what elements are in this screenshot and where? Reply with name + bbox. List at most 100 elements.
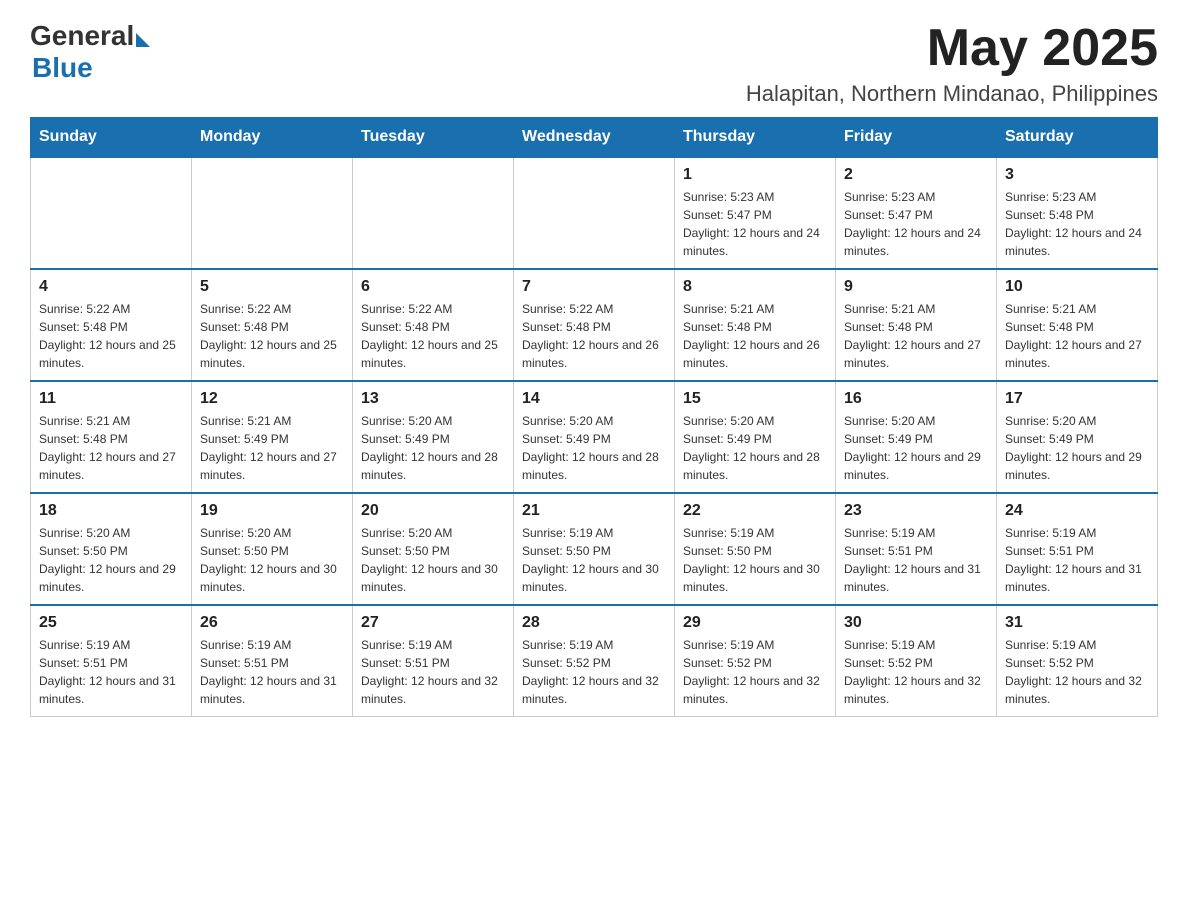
calendar-week-3: 11 Sunrise: 5:21 AMSunset: 5:48 PMDayligh…	[31, 381, 1158, 493]
calendar-cell: 3 Sunrise: 5:23 AMSunset: 5:48 PMDaylight…	[997, 157, 1158, 269]
month-year-title: May 2025	[746, 20, 1158, 77]
day-info: Sunrise: 5:23 AMSunset: 5:47 PMDaylight:…	[844, 188, 988, 260]
calendar-cell: 28 Sunrise: 5:19 AMSunset: 5:52 PMDayligh…	[514, 605, 675, 717]
calendar-cell: 9 Sunrise: 5:21 AMSunset: 5:48 PMDaylight…	[836, 269, 997, 381]
calendar-cell	[514, 157, 675, 269]
calendar-cell: 27Sunrise: 5:19 AMSunset: 5:51 PMDayligh…	[353, 605, 514, 717]
logo-blue-text: Blue	[32, 52, 93, 84]
day-number: 1	[683, 166, 827, 184]
calendar-cell: 17 Sunrise: 5:20 AMSunset: 5:49 PMDayligh…	[997, 381, 1158, 493]
calendar-cell	[192, 157, 353, 269]
day-number: 24	[1005, 502, 1149, 520]
day-number: 22	[683, 502, 827, 520]
day-info: Sunrise: 5:20 AMSunset: 5:49 PMDaylight:…	[683, 412, 827, 484]
day-info: Sunrise: 5:19 AMSunset: 5:51 PMDaylight:…	[1005, 524, 1149, 596]
calendar-cell: 31Sunrise: 5:19 AMSunset: 5:52 PMDayligh…	[997, 605, 1158, 717]
day-number: 5	[200, 278, 344, 296]
calendar-week-5: 25 Sunrise: 5:19 AMSunset: 5:51 PMDayligh…	[31, 605, 1158, 717]
day-info: Sunrise: 5:19 AMSunset: 5:51 PMDaylight:…	[39, 636, 183, 708]
day-number: 19	[200, 502, 344, 520]
calendar-cell: 7 Sunrise: 5:22 AMSunset: 5:48 PMDaylight…	[514, 269, 675, 381]
calendar-cell: 21Sunrise: 5:19 AMSunset: 5:50 PMDayligh…	[514, 493, 675, 605]
day-info: Sunrise: 5:19 AMSunset: 5:52 PMDaylight:…	[522, 636, 666, 708]
day-info: Sunrise: 5:21 AMSunset: 5:49 PMDaylight:…	[200, 412, 344, 484]
calendar-cell: 25 Sunrise: 5:19 AMSunset: 5:51 PMDayligh…	[31, 605, 192, 717]
calendar-cell: 13Sunrise: 5:20 AMSunset: 5:49 PMDayligh…	[353, 381, 514, 493]
weekday-header-friday: Friday	[836, 118, 997, 158]
page-header: General Blue May 2025 Halapitan, Norther…	[30, 20, 1158, 107]
calendar-week-4: 18Sunrise: 5:20 AMSunset: 5:50 PMDayligh…	[31, 493, 1158, 605]
day-info: Sunrise: 5:20 AMSunset: 5:50 PMDaylight:…	[361, 524, 505, 596]
title-section: May 2025 Halapitan, Northern Mindanao, P…	[746, 20, 1158, 107]
calendar-cell: 24 Sunrise: 5:19 AMSunset: 5:51 PMDayligh…	[997, 493, 1158, 605]
calendar-cell: 19 Sunrise: 5:20 AMSunset: 5:50 PMDayligh…	[192, 493, 353, 605]
calendar-week-2: 4 Sunrise: 5:22 AMSunset: 5:48 PMDaylight…	[31, 269, 1158, 381]
day-number: 4	[39, 278, 183, 296]
calendar-cell: 18Sunrise: 5:20 AMSunset: 5:50 PMDayligh…	[31, 493, 192, 605]
day-number: 6	[361, 278, 505, 296]
day-info: Sunrise: 5:19 AMSunset: 5:51 PMDaylight:…	[361, 636, 505, 708]
day-number: 9	[844, 278, 988, 296]
day-info: Sunrise: 5:22 AMSunset: 5:48 PMDaylight:…	[522, 300, 666, 372]
day-info: Sunrise: 5:20 AMSunset: 5:49 PMDaylight:…	[844, 412, 988, 484]
location-subtitle: Halapitan, Northern Mindanao, Philippine…	[746, 81, 1158, 107]
day-info: Sunrise: 5:21 AMSunset: 5:48 PMDaylight:…	[844, 300, 988, 372]
day-number: 30	[844, 614, 988, 632]
day-number: 16	[844, 390, 988, 408]
day-info: Sunrise: 5:19 AMSunset: 5:51 PMDaylight:…	[200, 636, 344, 708]
day-info: Sunrise: 5:22 AMSunset: 5:48 PMDaylight:…	[39, 300, 183, 372]
day-number: 14	[522, 390, 666, 408]
calendar-cell: 11 Sunrise: 5:21 AMSunset: 5:48 PMDayligh…	[31, 381, 192, 493]
day-number: 8	[683, 278, 827, 296]
weekday-header-tuesday: Tuesday	[353, 118, 514, 158]
calendar-cell: 23Sunrise: 5:19 AMSunset: 5:51 PMDayligh…	[836, 493, 997, 605]
weekday-header-sunday: Sunday	[31, 118, 192, 158]
calendar-cell: 8 Sunrise: 5:21 AMSunset: 5:48 PMDaylight…	[675, 269, 836, 381]
day-number: 28	[522, 614, 666, 632]
calendar-week-1: 1 Sunrise: 5:23 AMSunset: 5:47 PMDaylight…	[31, 157, 1158, 269]
calendar-cell: 29Sunrise: 5:19 AMSunset: 5:52 PMDayligh…	[675, 605, 836, 717]
day-info: Sunrise: 5:20 AMSunset: 5:50 PMDaylight:…	[39, 524, 183, 596]
day-info: Sunrise: 5:20 AMSunset: 5:49 PMDaylight:…	[1005, 412, 1149, 484]
day-number: 3	[1005, 166, 1149, 184]
day-number: 17	[1005, 390, 1149, 408]
calendar-cell: 1 Sunrise: 5:23 AMSunset: 5:47 PMDaylight…	[675, 157, 836, 269]
calendar-header-row: SundayMondayTuesdayWednesdayThursdayFrid…	[31, 118, 1158, 158]
day-info: Sunrise: 5:22 AMSunset: 5:48 PMDaylight:…	[200, 300, 344, 372]
weekday-header-monday: Monday	[192, 118, 353, 158]
calendar-cell: 15 Sunrise: 5:20 AMSunset: 5:49 PMDayligh…	[675, 381, 836, 493]
calendar-cell: 14Sunrise: 5:20 AMSunset: 5:49 PMDayligh…	[514, 381, 675, 493]
weekday-header-thursday: Thursday	[675, 118, 836, 158]
calendar-cell: 4 Sunrise: 5:22 AMSunset: 5:48 PMDaylight…	[31, 269, 192, 381]
day-number: 26	[200, 614, 344, 632]
calendar-cell: 26 Sunrise: 5:19 AMSunset: 5:51 PMDayligh…	[192, 605, 353, 717]
calendar-cell: 16 Sunrise: 5:20 AMSunset: 5:49 PMDayligh…	[836, 381, 997, 493]
day-info: Sunrise: 5:23 AMSunset: 5:47 PMDaylight:…	[683, 188, 827, 260]
day-info: Sunrise: 5:23 AMSunset: 5:48 PMDaylight:…	[1005, 188, 1149, 260]
day-info: Sunrise: 5:20 AMSunset: 5:49 PMDaylight:…	[361, 412, 505, 484]
day-number: 31	[1005, 614, 1149, 632]
day-number: 25	[39, 614, 183, 632]
day-info: Sunrise: 5:21 AMSunset: 5:48 PMDaylight:…	[683, 300, 827, 372]
day-number: 7	[522, 278, 666, 296]
day-number: 23	[844, 502, 988, 520]
day-info: Sunrise: 5:21 AMSunset: 5:48 PMDaylight:…	[39, 412, 183, 484]
logo-triangle-icon	[136, 33, 150, 47]
day-number: 15	[683, 390, 827, 408]
day-number: 29	[683, 614, 827, 632]
day-info: Sunrise: 5:19 AMSunset: 5:50 PMDaylight:…	[683, 524, 827, 596]
logo-general-text: General	[30, 20, 134, 52]
calendar-cell: 20 Sunrise: 5:20 AMSunset: 5:50 PMDayligh…	[353, 493, 514, 605]
day-number: 12	[200, 390, 344, 408]
day-info: Sunrise: 5:22 AMSunset: 5:48 PMDaylight:…	[361, 300, 505, 372]
calendar-cell: 6 Sunrise: 5:22 AMSunset: 5:48 PMDaylight…	[353, 269, 514, 381]
day-number: 10	[1005, 278, 1149, 296]
day-number: 21	[522, 502, 666, 520]
day-number: 2	[844, 166, 988, 184]
calendar-cell: 22 Sunrise: 5:19 AMSunset: 5:50 PMDayligh…	[675, 493, 836, 605]
day-number: 20	[361, 502, 505, 520]
day-number: 11	[39, 390, 183, 408]
day-info: Sunrise: 5:20 AMSunset: 5:50 PMDaylight:…	[200, 524, 344, 596]
calendar-cell	[31, 157, 192, 269]
calendar-cell: 2 Sunrise: 5:23 AMSunset: 5:47 PMDaylight…	[836, 157, 997, 269]
